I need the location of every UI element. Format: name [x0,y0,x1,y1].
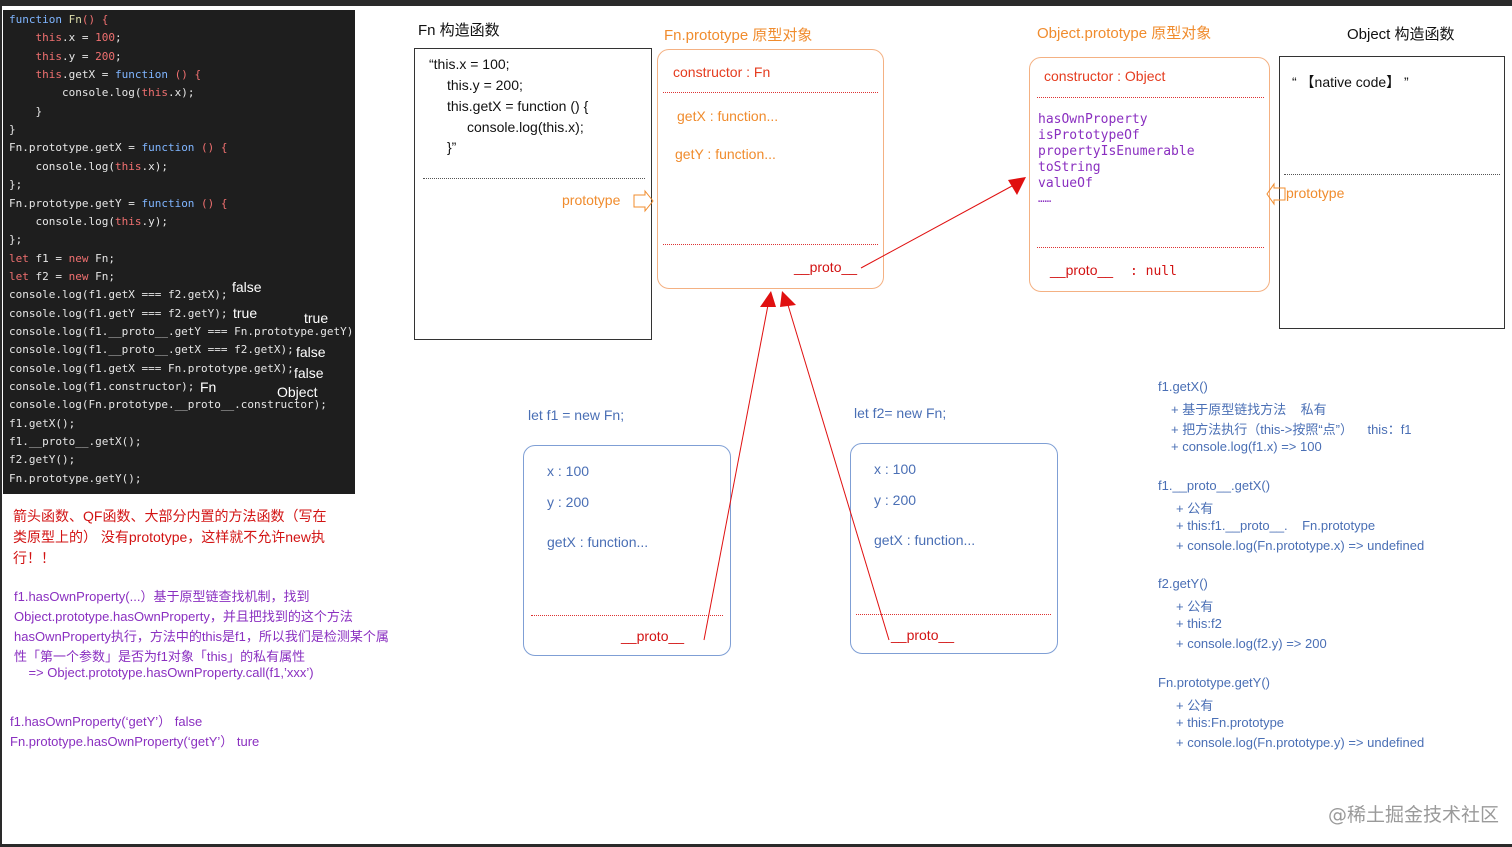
f2-proto-arrow-head [780,291,796,307]
note-item: + this:Fn.prototype [1176,715,1285,730]
note-hasownproperty: Object.prototype.hasOwnProperty，并且把找到的这个… [14,609,353,624]
watermark: @稀土掘金技术社区 [1328,804,1500,826]
note-hasownproperty: f1.hasOwnProperty(...）基于原型链查找机制，找到 [14,589,310,604]
proto-arrow-line [860,185,1013,269]
note-item: + console.log(f1.x) => 100 [1171,439,1322,454]
note-arrow-function: 行！！ [13,550,55,566]
note-item: + console.log(Fn.prototype.y) => undefin… [1176,735,1425,750]
f1-proto-arrow-line [703,304,769,641]
proto-arrow-head [1008,177,1026,195]
note-hasownproperty: 性「第一个参数」是否为f1对象「this」的私有属性 [14,649,306,664]
object-prototype-arrow-icon [1266,182,1286,206]
note-hasown-example: Fn.prototype.hasOwnProperty(‘getY’） ture [10,734,260,749]
note-item: + 基于原型链找方法 私有 [1171,402,1327,417]
note-hasownproperty: => Object.prototype.hasOwnProperty.call(… [14,665,314,680]
f1-proto-arrow-head [760,291,776,307]
note-item: + this:f1.__proto__. Fn.prototype [1176,518,1376,533]
note-item: + 把方法执行（this->按照“点”） this：f1 [1171,422,1412,437]
note-hasown-example: f1.hasOwnProperty(‘getY’） false [10,714,203,729]
note-item: + this:f2 [1176,616,1222,631]
note-heading: f1.getX() [1158,379,1208,394]
note-heading: Fn.prototype.getY() [1158,675,1270,690]
note-heading: f2.getY() [1158,576,1208,591]
note-hasownproperty: hasOwnProperty执行，方法中的this是f1，所以我们是检测某个属 [14,629,389,644]
note-item: + 公有 [1176,698,1214,713]
note-heading: f1.__proto__.getX() [1158,478,1271,493]
note-item: + 公有 [1176,501,1214,516]
note-item: + console.log(Fn.prototype.x) => undefin… [1176,538,1425,553]
note-arrow-function: 类原型上的） 没有prototype，这样就不允许new执 [13,529,325,545]
note-item: + 公有 [1176,599,1214,614]
note-item: + console.log(f2.y) => 200 [1176,636,1327,651]
f2-proto-arrow-line [787,304,890,641]
fn-prototype-arrow-icon [633,189,654,213]
note-arrow-function: 箭头函数、QF函数、大部分内置的方法函数（写在 [13,508,327,524]
